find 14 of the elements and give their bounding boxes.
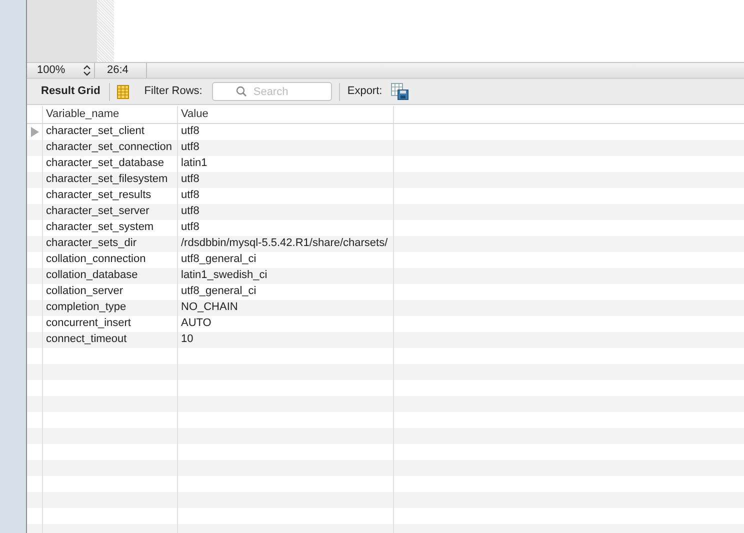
- result-grid-label[interactable]: Result Grid: [41, 83, 100, 100]
- editor-gutter: [27, 0, 97, 62]
- filter-rows-label: Filter Rows:: [144, 84, 202, 100]
- export-label: Export:: [347, 84, 382, 100]
- search-icon: [236, 86, 248, 97]
- column-header[interactable]: Value: [178, 106, 394, 122]
- zoom-level: 100%: [37, 63, 66, 78]
- cursor-position: 26:4: [107, 63, 128, 78]
- search-field[interactable]: Search: [212, 82, 332, 101]
- fold-margin: [97, 0, 114, 62]
- stepper-icon[interactable]: [83, 65, 91, 76]
- export-icon[interactable]: [391, 83, 410, 100]
- column-header[interactable]: Variable_name: [43, 106, 178, 122]
- columns-icon[interactable]: [117, 84, 130, 98]
